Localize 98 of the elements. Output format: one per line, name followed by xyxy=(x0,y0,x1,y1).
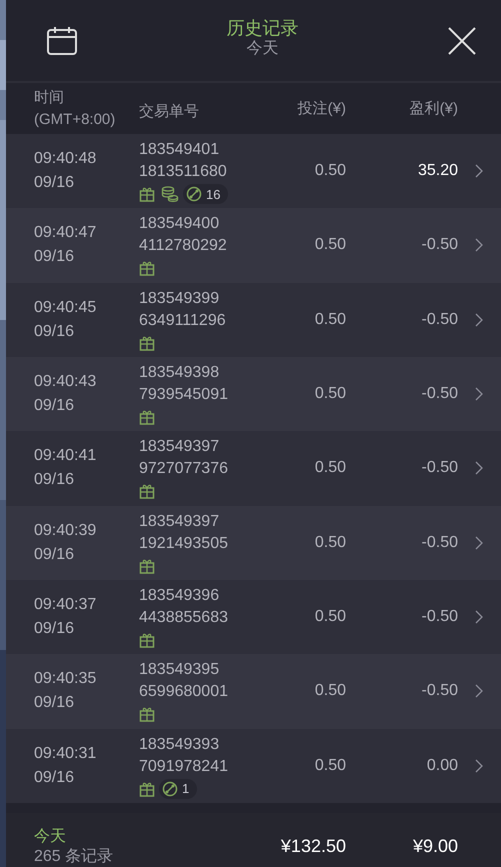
column-header: 投注(¥) xyxy=(296,98,346,119)
order-number: 183549397 xyxy=(139,437,220,458)
calendar-icon[interactable] xyxy=(46,26,78,56)
order-number: 183549401 xyxy=(139,140,220,160)
date-text: 09/16 xyxy=(34,768,74,788)
chevron-right-icon xyxy=(475,461,483,476)
gift-icon xyxy=(139,409,155,426)
order-number: 183549398 xyxy=(139,363,220,384)
column-header: 交易单号 xyxy=(139,102,200,122)
bet-amount: 0.50 xyxy=(314,756,346,775)
order-number: 183549400 xyxy=(139,214,220,234)
time-text: 09:40:47 xyxy=(34,223,96,244)
order-number: 183549396 xyxy=(139,586,220,606)
bet-amount: 0.50 xyxy=(314,459,346,478)
period-label: 今天 xyxy=(34,826,67,847)
date-text: 09/16 xyxy=(34,173,74,194)
column-header: 时间 (GMT+8:00) xyxy=(34,88,116,130)
spin-icon xyxy=(186,186,202,202)
history-row[interactable]: 09:40:45 09/16 183549399 6349111296 0.50 -0.50 xyxy=(6,282,501,357)
order-number: 1921493505 xyxy=(139,534,228,554)
history-row[interactable]: 09:40:43 09/16 183549398 7939545091 0.50 -0.50 xyxy=(6,356,501,432)
order-number: 183549399 xyxy=(139,288,220,309)
chevron-right-icon xyxy=(475,610,483,624)
order-number: 4438855683 xyxy=(139,608,228,628)
history-row[interactable]: 09:40:39 09/16 183549397 1921493505 0.50 -0.50 xyxy=(6,506,501,580)
order-number: 1813511680 xyxy=(139,162,227,182)
record-count: 265 条记录 xyxy=(34,846,114,867)
profit-amount: 0.00 xyxy=(426,756,458,775)
bet-amount: 0.50 xyxy=(314,385,346,404)
gift-icon xyxy=(139,186,155,202)
time-text: 09:40:43 xyxy=(34,372,96,392)
profit-amount: -0.50 xyxy=(420,534,458,552)
dialog-title: 历史记录 xyxy=(226,16,298,39)
bet-amount: 0.50 xyxy=(314,608,346,626)
chevron-right-icon xyxy=(475,684,483,698)
order-number: 6349111296 xyxy=(139,310,226,331)
date-text: 09/16 xyxy=(34,396,74,416)
close-icon[interactable] xyxy=(447,26,477,56)
history-row[interactable]: 09:40:48 09/16 183549401 1813511680 16 0.50 35.20 xyxy=(6,134,501,208)
gift-icon xyxy=(139,334,155,351)
gift-icon xyxy=(139,483,155,500)
chevron-right-icon xyxy=(475,758,483,773)
history-row[interactable]: 09:40:37 09/16 183549396 4438855683 0.50 -0.50 xyxy=(6,580,501,654)
date-text: 09/16 xyxy=(34,693,74,714)
chevron-right-icon xyxy=(475,536,483,550)
time-text: 09:40:45 xyxy=(34,298,96,318)
time-text: 09:40:35 xyxy=(34,669,96,690)
time-text: 09:40:31 xyxy=(34,744,96,764)
bet-amount: 0.50 xyxy=(314,162,346,180)
profit-amount: -0.50 xyxy=(420,682,458,700)
history-row[interactable]: 09:40:35 09/16 183549395 6599680001 0.50 -0.50 xyxy=(6,654,501,729)
bet-amount: 0.50 xyxy=(314,534,346,552)
date-text: 09/16 xyxy=(34,544,74,565)
profit-amount: -0.50 xyxy=(420,608,458,626)
profit-amount: -0.50 xyxy=(420,385,458,404)
profit-amount: -0.50 xyxy=(420,236,458,254)
chevron-right-icon xyxy=(475,164,483,178)
history-row[interactable]: 09:40:31 09/16 183549393 7091978241 1 0.50 0.00 xyxy=(6,728,501,803)
spin-count: 16 xyxy=(206,186,220,202)
gift-icon xyxy=(139,558,155,574)
order-number: 183549395 xyxy=(139,660,220,680)
gift-icon xyxy=(139,706,155,722)
gift-icon xyxy=(139,632,155,648)
chevron-right-icon xyxy=(475,312,483,327)
time-text: 09:40:39 xyxy=(34,520,96,541)
date-range-label: 今天 xyxy=(246,38,278,59)
chevron-right-icon xyxy=(475,238,483,252)
bet-amount: 0.50 xyxy=(314,310,346,329)
time-text: 09:40:48 xyxy=(34,149,96,170)
spin-icon xyxy=(162,780,178,797)
gift-icon xyxy=(139,260,155,276)
date-text: 09/16 xyxy=(34,619,74,640)
total-profit: ¥9.00 xyxy=(412,836,458,858)
order-number: 183549393 xyxy=(139,734,220,755)
order-number: 6599680001 xyxy=(139,682,228,702)
time-text: 09:40:37 xyxy=(34,595,96,616)
history-row[interactable]: 09:40:47 09/16 183549400 4112780292 0.50 -0.50 xyxy=(6,208,501,283)
profit-amount: -0.50 xyxy=(420,459,458,478)
date-text: 09/16 xyxy=(34,470,74,490)
coins-icon xyxy=(161,186,179,202)
order-number: 183549397 xyxy=(139,512,220,532)
order-number: 7939545091 xyxy=(139,385,228,406)
chevron-right-icon xyxy=(475,387,483,402)
gift-icon xyxy=(139,780,155,797)
profit-amount: 35.20 xyxy=(416,162,458,180)
bet-amount: 0.50 xyxy=(314,682,346,700)
column-header: 盈利(¥) xyxy=(408,98,458,119)
date-text: 09/16 xyxy=(34,322,74,342)
time-text: 09:40:41 xyxy=(34,446,96,466)
bet-amount: 0.50 xyxy=(314,236,346,254)
total-bet: ¥132.50 xyxy=(280,836,346,858)
profit-amount: -0.50 xyxy=(420,310,458,329)
history-row[interactable]: 09:40:41 09/16 183549397 9727077376 0.50 -0.50 xyxy=(6,431,501,506)
order-number: 4112780292 xyxy=(139,236,227,256)
spin-count: 1 xyxy=(182,781,190,796)
date-text: 09/16 xyxy=(34,247,74,268)
order-number: 9727077376 xyxy=(139,459,228,480)
order-number: 7091978241 xyxy=(139,756,228,777)
